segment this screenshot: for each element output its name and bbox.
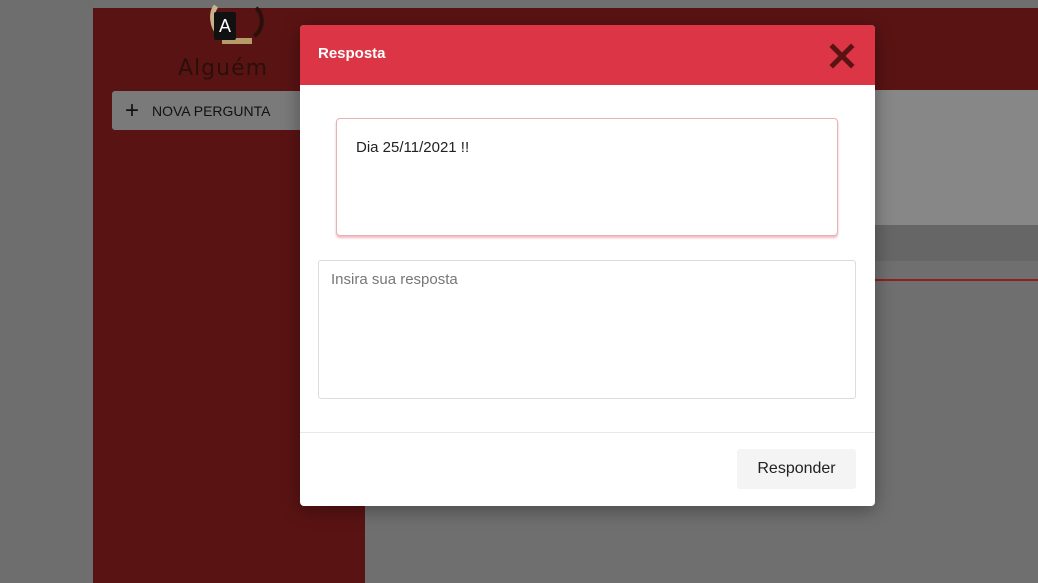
background-left [0, 0, 93, 583]
modal-header: Resposta [300, 25, 875, 85]
close-button[interactable] [823, 37, 861, 75]
logo-letter: A [214, 12, 236, 40]
close-icon [829, 43, 855, 69]
question-box: Dia 25/11/2021 !! [336, 118, 838, 236]
question-text: Dia 25/11/2021 !! [356, 139, 470, 156]
new-question-label: NOVA PERGUNTA [152, 102, 271, 119]
respond-button[interactable]: Responder [737, 449, 856, 489]
answer-modal: Resposta Dia 25/11/2021 !! Responder [300, 25, 875, 506]
modal-footer-divider [300, 432, 875, 433]
plus-icon: + [124, 96, 139, 124]
background-top [0, 0, 1038, 8]
modal-title: Resposta [318, 45, 386, 62]
app-logo[interactable]: A Alguém [168, 0, 318, 90]
new-question-button[interactable]: + NOVA PERGUNTA [112, 91, 312, 130]
answer-input[interactable] [318, 260, 856, 399]
logo-text: Alguém [178, 56, 269, 81]
